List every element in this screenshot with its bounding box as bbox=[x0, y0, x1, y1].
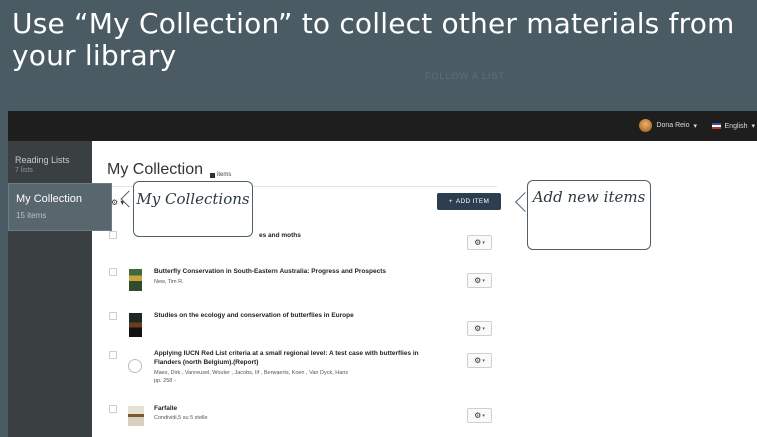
gear-icon: ⚙ bbox=[111, 198, 119, 207]
item-actions-button[interactable]: ⚙ ▾ bbox=[467, 408, 492, 423]
item-title[interactable]: Studies on the ecology and conservation … bbox=[154, 311, 444, 320]
gear-icon: ⚙ bbox=[474, 324, 482, 333]
page-title: My Collection bbox=[107, 161, 204, 178]
item-author: New, Tim R. bbox=[154, 279, 184, 285]
items-label: items bbox=[217, 172, 232, 178]
top-nav-bar: Dona Reio ▾ English ▾ bbox=[8, 111, 757, 141]
user-name: Dona Reio bbox=[656, 122, 690, 129]
gear-icon: ⚙ bbox=[474, 356, 482, 365]
faint-follow-text: FOLLOW A LIST bbox=[425, 71, 506, 81]
chevron-down-icon: ▾ bbox=[482, 325, 485, 332]
items-count-badge: items bbox=[210, 172, 231, 178]
slide: Use “My Collection” to collect other mat… bbox=[0, 0, 757, 437]
item-title[interactable]: Applying IUCN Red List criteria at a sma… bbox=[154, 349, 444, 367]
uk-flag-icon bbox=[711, 123, 721, 129]
gear-icon: ⚙ bbox=[474, 238, 482, 247]
item-actions-button[interactable]: ⚙ ▾ bbox=[467, 235, 492, 250]
book-cover-thumbnail bbox=[129, 313, 142, 337]
sidebar-item-label: Reading Lists bbox=[15, 155, 70, 165]
language-label: English bbox=[724, 122, 748, 130]
item-author: Maes, Dirk , Vanreusel, Wouter , Jacobs,… bbox=[154, 370, 349, 376]
item-title[interactable]: Butterfly Conservation in South-Eastern … bbox=[154, 267, 444, 276]
list-item: Studies on the ecology and conservation … bbox=[109, 309, 509, 343]
list-item: Butterfly Conservation in South-Eastern … bbox=[109, 265, 509, 301]
slide-title: Use “My Collection” to collect other mat… bbox=[12, 7, 735, 72]
gear-icon: ⚙ bbox=[474, 411, 482, 420]
item-title[interactable]: es and moths bbox=[259, 231, 439, 240]
item-actions-button[interactable]: ⚙ ▾ bbox=[467, 273, 492, 288]
chevron-down-icon: ▾ bbox=[482, 412, 485, 419]
callout-my-collections: My Collections bbox=[133, 181, 253, 237]
item-checkbox[interactable] bbox=[109, 312, 117, 320]
item-actions-button[interactable]: ⚙ ▾ bbox=[467, 353, 492, 368]
gear-icon: ⚙ bbox=[474, 276, 482, 285]
plus-icon: + bbox=[448, 198, 453, 205]
language-menu[interactable]: English ▾ bbox=[711, 122, 755, 130]
sidebar-item-reading-lists[interactable]: Reading Lists 7 lists bbox=[8, 155, 92, 174]
chevron-down-icon: ▾ bbox=[482, 239, 485, 246]
item-checkbox[interactable] bbox=[109, 268, 117, 276]
chevron-down-icon: ▾ bbox=[751, 123, 755, 130]
item-checkbox[interactable] bbox=[109, 231, 117, 239]
sidebar-item-label: My Collection bbox=[16, 193, 83, 205]
item-actions-button[interactable]: ⚙ ▾ bbox=[467, 321, 492, 336]
sidebar-item-count: 15 items bbox=[16, 211, 47, 220]
chevron-down-icon: ▾ bbox=[482, 277, 485, 284]
item-rating: Condividi,5 su 5 stelle bbox=[154, 415, 208, 421]
sidebar-item-my-collection[interactable]: My Collection 15 items bbox=[8, 183, 112, 231]
sidebar-item-count: 7 lists bbox=[15, 167, 33, 174]
user-menu[interactable]: Dona Reio ▾ bbox=[639, 119, 697, 132]
item-checkbox[interactable] bbox=[109, 351, 117, 359]
book-cover-thumbnail bbox=[128, 406, 144, 426]
chevron-down-icon: ▾ bbox=[482, 357, 485, 364]
callout-add-new-items: Add new items bbox=[527, 180, 651, 250]
item-title[interactable]: Farfalle bbox=[154, 404, 444, 413]
avatar bbox=[639, 119, 653, 132]
add-item-button[interactable]: + ADD ITEM bbox=[437, 193, 501, 210]
add-item-label: ADD ITEM bbox=[455, 198, 490, 205]
list-item: Farfalle Condividi,5 su 5 stelle ⚙ ▾ bbox=[109, 402, 509, 432]
item-pages: pp. 258 - bbox=[154, 378, 176, 384]
chevron-down-icon: ▾ bbox=[693, 122, 697, 130]
article-icon bbox=[125, 356, 145, 376]
book-cover-thumbnail bbox=[129, 269, 142, 291]
book-icon bbox=[210, 172, 215, 178]
list-item: Applying IUCN Red List criteria at a sma… bbox=[109, 348, 509, 396]
item-checkbox[interactable] bbox=[109, 405, 117, 413]
